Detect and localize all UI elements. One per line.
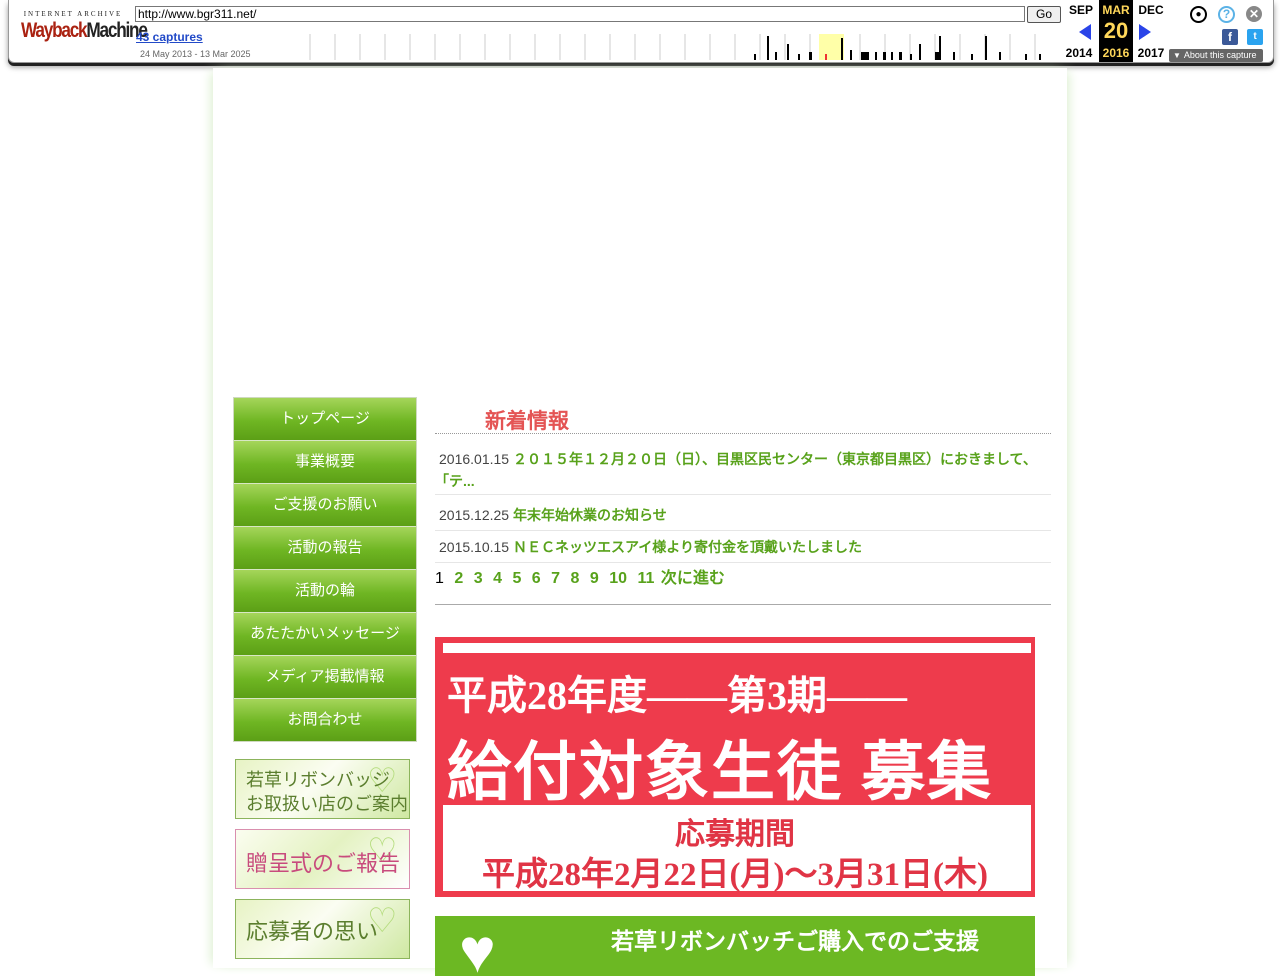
facebook-icon[interactable]: f [1222, 29, 1238, 45]
news-link[interactable]: ＮＥＣネッツエスアイ様より寄付金を頂戴いたしました [513, 539, 862, 555]
next-page-link[interactable]: 次に進む [661, 570, 725, 587]
wayback-toolbar: INTERNET ARCHIVE WaybackMachine http://w… [8, 0, 1274, 63]
cur-year: 2016 [1102, 46, 1130, 60]
logo-main-text: WaybackMachine [21, 19, 148, 43]
applicant-thoughts-text: 応募者の思い [246, 919, 379, 944]
page-link[interactable]: 11 [637, 570, 654, 587]
help-icon[interactable]: ? [1218, 6, 1235, 23]
nav-item-media[interactable]: メディア掲載情報 [234, 656, 416, 699]
about-capture-label: About this capture [1183, 50, 1257, 60]
news-item: 2015.12.25 年末年始休業のお知らせ [435, 504, 1051, 531]
banner-top-strip [443, 643, 1031, 653]
prev-arrow-icon[interactable] [1079, 24, 1091, 40]
url-input[interactable]: http://www.bgr311.net/ [135, 6, 1025, 22]
pagination: 1 2 3 4 5 6 7 8 9 10 11 次に進む [435, 564, 731, 588]
badge-shops-banner[interactable]: ♡ 若草リボンバッジ お取扱い店のご案内 [235, 759, 410, 819]
wayback-logo[interactable]: INTERNET ARCHIVE WaybackMachine [21, 10, 148, 50]
logo-main-a: Wayback [21, 19, 88, 42]
recruitment-banner[interactable]: 平成28年度――第3期―― 給付対象生徒 募集 応募期間 平成28年2月22日(… [435, 637, 1035, 897]
captures-link[interactable]: 43 captures [136, 30, 203, 44]
badge-shops-line2: お取扱い店のご案内 [246, 794, 408, 814]
news-heading: 新着情報 [485, 410, 569, 433]
cur-day: 20 [1103, 18, 1129, 43]
page-link[interactable]: 5 [512, 570, 521, 587]
news-link[interactable]: 年末年始休業のお知らせ [513, 507, 667, 523]
current-capture-date: MAR 20 2016 [1099, 0, 1133, 62]
recruit-line1: 平成28年度――第3期―― [447, 673, 907, 718]
badge-shops-line1: 若草リボンバッジ [246, 770, 390, 790]
news-item: 2016.01.15 ２０１５年１２月２０日（日）、目黒区民センター（東京都目黒… [435, 448, 1051, 495]
page-current: 1 [435, 570, 444, 587]
nav-item-business[interactable]: 事業概要 [234, 441, 416, 484]
nav-item-messages[interactable]: あたたかいメッセージ [234, 613, 416, 656]
recruit-line2: 給付対象生徒 募集 [447, 737, 993, 808]
news-date: 2015.10.15 [439, 539, 510, 555]
page-link[interactable]: 4 [493, 570, 502, 587]
ribbon-banner-text: 若草リボンバッチご購入でのご支援 [611, 929, 979, 954]
about-capture-button[interactable]: ▼ About this capture [1169, 49, 1263, 62]
twitter-icon[interactable]: t [1247, 29, 1263, 45]
nav-item-support[interactable]: ご支援のお願い [234, 484, 416, 527]
nav-item-reports[interactable]: 活動の報告 [234, 527, 416, 570]
news-link[interactable]: ２０１５年１２月２０日（日）、目黒区民センター（東京都目黒区）におきまして、「テ… [435, 451, 1037, 489]
page-link[interactable]: 10 [609, 570, 627, 587]
news-item: 2015.10.15 ＮＥＣネッツエスアイ様より寄付金を頂戴いたしました [435, 536, 1051, 563]
sidebar-nav: トップページ 事業概要 ご支援のお願い 活動の報告 活動の輪 あたたかいメッセー… [233, 397, 417, 742]
page-link[interactable]: 9 [590, 570, 599, 587]
go-button[interactable]: Go [1027, 6, 1061, 23]
news-date: 2015.12.25 [439, 507, 510, 523]
pager-divider [435, 604, 1051, 605]
page-link[interactable]: 2 [454, 570, 463, 587]
nav-item-circle[interactable]: 活動の輪 [234, 570, 416, 613]
page-container: トップページ 事業概要 ご支援のお願い 活動の報告 活動の輪 あたたかいメッセー… [213, 68, 1067, 976]
prev-month[interactable]: SEP [1063, 3, 1099, 17]
capture-range: 24 May 2013 - 13 Mar 2025 [140, 49, 251, 59]
applicant-thoughts-banner[interactable]: ♡ 応募者の思い [235, 899, 410, 959]
page-link[interactable]: 3 [474, 570, 483, 587]
heart-icon: ♥ [459, 917, 496, 976]
nav-item-top[interactable]: トップページ [234, 398, 416, 441]
close-icon[interactable]: ✕ [1246, 6, 1262, 22]
ribbon-purchase-banner[interactable]: ♥ 若草リボンバッチご購入でのご支援 [435, 916, 1035, 976]
news-date: 2016.01.15 [439, 451, 510, 467]
prev-year[interactable]: 2014 [1061, 46, 1097, 60]
next-year[interactable]: 2017 [1133, 46, 1169, 60]
page-link[interactable]: 6 [532, 570, 541, 587]
ceremony-report-banner[interactable]: ♡ 贈呈式のご報告 [235, 829, 410, 889]
page-link[interactable]: 8 [571, 570, 580, 587]
next-arrow-icon[interactable] [1139, 24, 1151, 40]
next-month[interactable]: DEC [1133, 3, 1169, 17]
news-divider [435, 433, 1051, 434]
chevron-down-icon: ▼ [1173, 51, 1181, 60]
logo-top-text: INTERNET ARCHIVE [23, 10, 123, 18]
ceremony-report-text: 贈呈式のご報告 [246, 851, 401, 876]
recruit-line4: 平成28年2月22日(月)～3月31日(木) [482, 857, 988, 893]
cur-month: MAR [1102, 3, 1130, 17]
nav-item-contact[interactable]: お問合わせ [234, 699, 416, 741]
page-link[interactable]: 7 [551, 570, 560, 587]
capture-sparkline[interactable] [309, 34, 1061, 60]
user-icon[interactable]: ● [1190, 6, 1207, 23]
